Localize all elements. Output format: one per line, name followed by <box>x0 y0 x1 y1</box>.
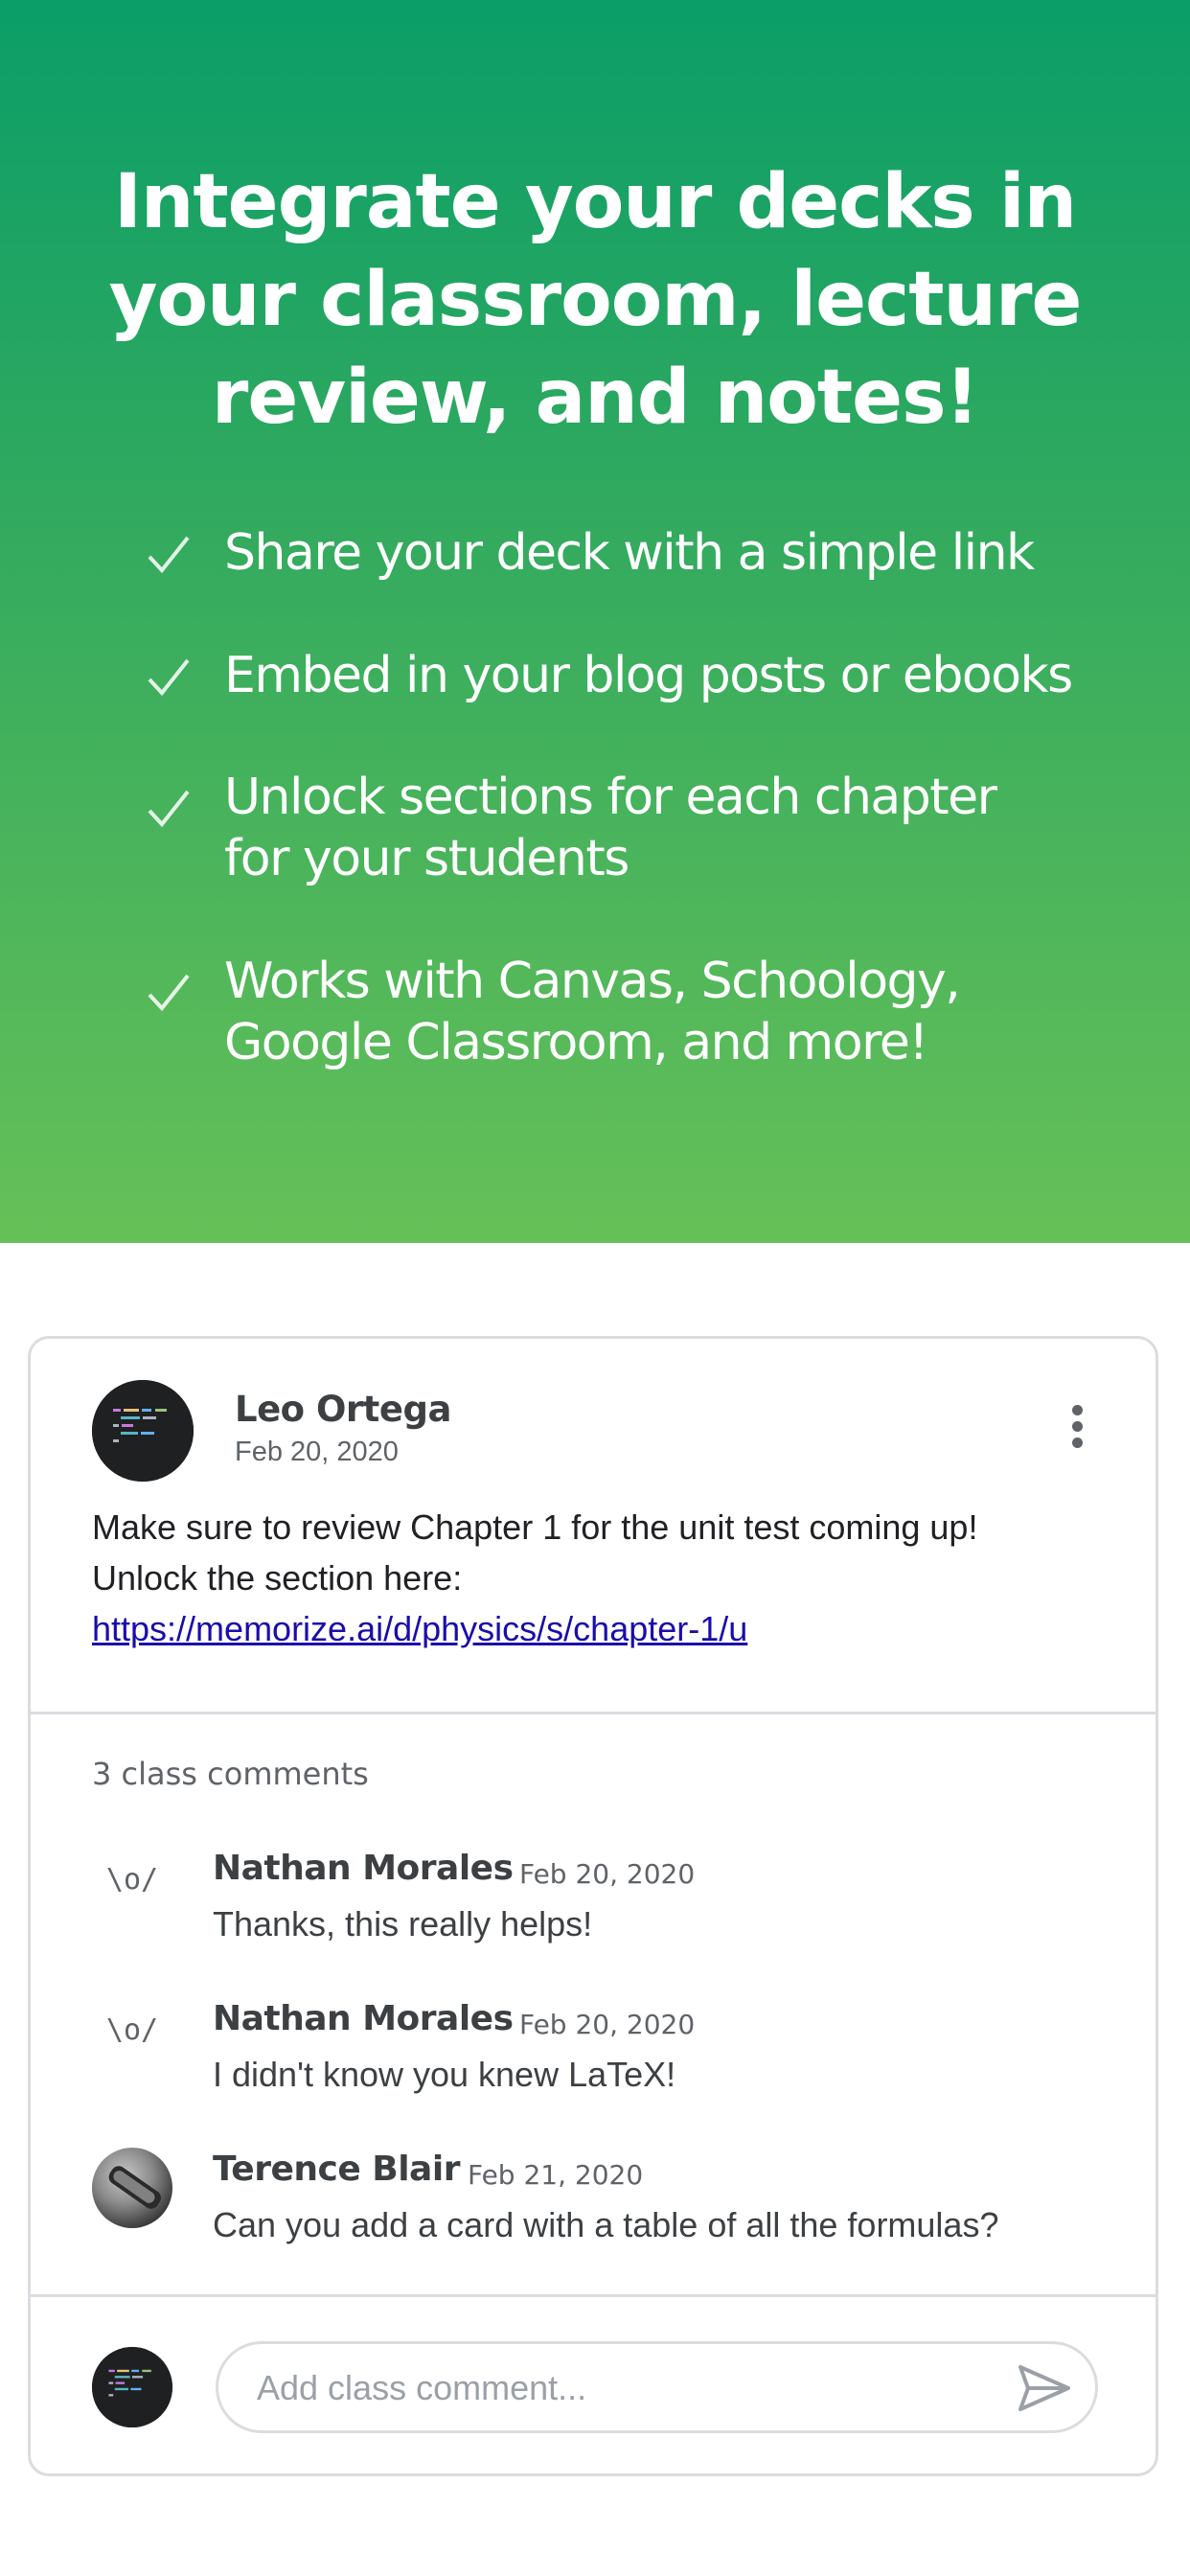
comment-text: Thanks, this really helps! <box>213 1904 593 1944</box>
comment-date: Feb 20, 2020 <box>519 1858 696 1890</box>
feature-text: for your students <box>224 830 629 887</box>
check-icon <box>148 974 190 1012</box>
comment-item: Terence Blair Feb 21, 2020 Can you add a… <box>31 2148 1156 2274</box>
check-icon <box>148 658 190 697</box>
check-icon <box>148 790 190 828</box>
comments-count-link[interactable]: 3 class comments <box>92 1756 369 1792</box>
post-author-name[interactable]: Leo Ortega <box>235 1389 451 1430</box>
comment-avatar-photo[interactable] <box>92 2148 172 2228</box>
feature-text: Unlock sections for each chapter <box>224 769 997 826</box>
send-icon[interactable] <box>1017 2363 1072 2413</box>
post-body-line: Make sure to review Chapter 1 for the un… <box>92 1507 978 1547</box>
hero-title-line: your classroom, lecture <box>108 257 1083 343</box>
code-screen-image <box>92 2347 172 2427</box>
comment-avatar[interactable]: \o/ <box>92 1839 172 1920</box>
more-options-button[interactable] <box>1058 1401 1096 1453</box>
post-body-line: Unlock the section here: <box>92 1558 463 1598</box>
add-comment-field[interactable] <box>216 2341 1098 2433</box>
check-icon <box>148 536 190 574</box>
divider <box>31 1712 1156 1714</box>
comment-author-name[interactable]: Terence Blair <box>213 2150 460 2189</box>
class-post-card: Leo Ortega Feb 20, 2020 Make sure to rev… <box>28 1336 1158 2476</box>
feature-text: Embed in your blog posts or ebooks <box>224 647 1073 704</box>
comment-date: Feb 21, 2020 <box>468 2159 644 2191</box>
more-vert-icon <box>1071 1405 1083 1415</box>
hero-banner: Integrate your decks in your classroom, … <box>0 0 1190 1243</box>
add-comment-input[interactable] <box>255 2361 987 2415</box>
chapter-unlock-link[interactable]: https://memorize.ai/d/physics/s/chapter-… <box>92 1603 1127 1654</box>
author-avatar[interactable] <box>92 1380 194 1482</box>
hero-title: Integrate your decks in your classroom, … <box>86 153 1104 447</box>
comment-text: Can you add a card with a table of all t… <box>213 2205 999 2244</box>
hero-title-line: review, and notes! <box>211 355 979 441</box>
divider <box>31 2294 1156 2297</box>
post-body: Make sure to review Chapter 1 for the un… <box>92 1502 1127 1654</box>
more-vert-icon-dot <box>1071 1421 1083 1432</box>
comment-item: \o/ Nathan Morales Feb 20, 2020 I didn't… <box>31 1999 1156 2124</box>
comment-date: Feb 20, 2020 <box>519 2009 696 2040</box>
feature-text: Works with Canvas, Schoology, <box>224 953 961 1010</box>
comment-author-name[interactable]: Nathan Morales <box>213 1999 514 2038</box>
feature-text: Share your deck with a simple link <box>224 524 1035 582</box>
comment-text: I didn't know you knew LaTeX! <box>213 2055 676 2094</box>
hero-title-line: Integrate your decks in <box>113 159 1077 245</box>
camera-lens-image <box>108 2166 161 2209</box>
post-date: Feb 20, 2020 <box>235 1437 399 1467</box>
more-vert-icon-dot <box>1071 1438 1083 1448</box>
comment-author-name[interactable]: Nathan Morales <box>213 1849 514 1888</box>
current-user-avatar[interactable] <box>92 2347 172 2427</box>
code-screen-image <box>92 1380 194 1482</box>
feature-text: Google Classroom, and more! <box>224 1014 928 1071</box>
comment-item: \o/ Nathan Morales Feb 20, 2020 Thanks, … <box>31 1849 1156 1973</box>
comment-avatar[interactable]: \o/ <box>92 1990 172 2070</box>
